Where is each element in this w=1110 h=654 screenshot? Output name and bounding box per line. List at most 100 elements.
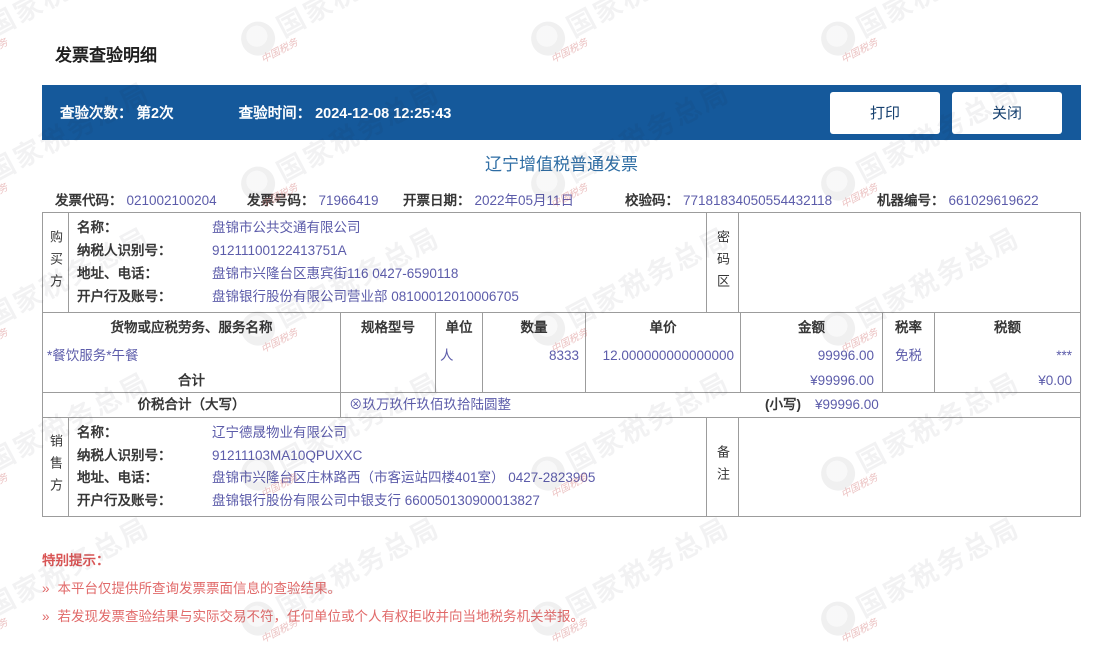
- seller-info: 名称： 辽宁德晟物业有限公司 纳税人识别号： 91211103MA10QPUXX…: [69, 418, 707, 516]
- meta-value: 77181834050554432118: [683, 193, 833, 208]
- field-value: 盘锦银行股份有限公司中银支行 660050130900013827: [212, 493, 540, 509]
- seller-address-row: 地址、电话： 盘锦市兴隆台区庄林路西（市客运站四楼401室） 0427-2823…: [69, 468, 706, 488]
- amount-in-words-value: ⊗玖万玖仟玖佰玖拾陆圆整: [349, 397, 511, 412]
- amount-in-words-cell: ⊗玖万玖仟玖佰玖拾陆圆整 (小写) ¥99996.00: [341, 393, 1080, 417]
- password-area: [739, 213, 1080, 312]
- check-count: 查验次数： 第2次: [42, 102, 174, 123]
- column-header: 税率: [895, 320, 922, 335]
- amount-in-figures-value: ¥99996.00: [815, 397, 879, 412]
- item-unit-price: 12.000000000000000: [602, 348, 734, 363]
- buyer-name-row: 名称： 盘锦市公共交通有限公司: [69, 218, 706, 238]
- meta-value: 71966419: [318, 193, 379, 208]
- bullet-icon: »: [42, 581, 50, 596]
- buyer-address-row: 地址、电话： 盘锦市兴隆台区惠宾街116 0427-6590118: [69, 264, 706, 284]
- item-tax-rate: 免税: [895, 348, 922, 363]
- item-tax-amount: ***: [1056, 348, 1072, 363]
- total-spacer: [586, 369, 740, 392]
- seller-bank-row: 开户行及账号： 盘锦银行股份有限公司中银支行 66005013090001382…: [69, 491, 706, 511]
- column-spec: 规格型号: [341, 313, 436, 392]
- meta-value: 2022年05月11日: [474, 193, 575, 208]
- invoice-meta-row: 发票代码： 021002100204 发票号码： 71966419 开票日期： 202…: [42, 190, 1081, 212]
- column-unit: 单位 人: [436, 313, 483, 392]
- total-spacer: [483, 369, 585, 392]
- notice-item: » 本平台仅提供所查询发票票面信息的查验结果。: [42, 579, 584, 599]
- check-time-label: 查验时间：: [238, 106, 312, 122]
- meta-label: 开票日期：: [403, 193, 471, 208]
- buyer-side-label: 购买方: [48, 229, 63, 296]
- total-tax-amount: ¥0.00: [1038, 373, 1072, 388]
- amount-in-figures: (小写) ¥99996.00: [765, 393, 879, 417]
- column-header: 数量: [520, 320, 548, 335]
- meta-value: 021002100204: [126, 193, 217, 208]
- item-name: *餐饮服务*午餐: [47, 348, 139, 363]
- seller-side-label-cell: 销售方: [43, 418, 69, 516]
- password-area-label-cell: 密码区: [707, 213, 739, 312]
- field-label: 开户行及账号：: [77, 289, 172, 304]
- field-label: 开户行及账号：: [77, 493, 172, 509]
- item-spec: [341, 342, 435, 369]
- field-value: 盘锦市公共交通有限公司: [212, 220, 361, 235]
- column-header: 金额: [798, 320, 825, 335]
- seller-section: 销售方 名称： 辽宁德晟物业有限公司 纳税人识别号： 91211103MA10Q…: [43, 418, 1080, 516]
- column-quantity: 数量 8333: [483, 313, 586, 392]
- invoice-verification-page: 发票查验明细 查验次数： 第2次 查验时间： 2024-12-08 12:25:43…: [0, 0, 1110, 654]
- buyer-taxid-row: 纳税人识别号： 91211100122413751A: [69, 241, 706, 261]
- column-header: 单价: [649, 320, 677, 335]
- total-spacer: [341, 369, 435, 392]
- field-value: 盘锦市兴隆台区庄林路西（市客运站四楼401室） 0427-2823905: [212, 470, 596, 486]
- check-time-value: 2024-12-08 12:25:43: [315, 106, 452, 122]
- meta-invoice-number: 发票号码： 71966419: [247, 190, 379, 212]
- amount-in-words-label: 价税合计（大写）: [43, 393, 341, 417]
- items-table: 货物或应税劳务、服务名称 *餐饮服务*午餐 合计 规格型号 单位 人 数量 83…: [43, 313, 1080, 393]
- field-label: 名称：: [77, 220, 118, 235]
- field-value: 91211100122413751A: [212, 243, 347, 258]
- meta-label: 发票代码：: [55, 193, 123, 208]
- toolbar: 查验次数： 第2次 查验时间： 2024-12-08 12:25:43 打印 关闭: [42, 85, 1081, 140]
- remark-label-cell: 备注: [707, 418, 739, 516]
- item-unit: 人: [440, 348, 454, 363]
- print-button[interactable]: 打印: [830, 91, 940, 134]
- field-value: 盘锦市兴隆台区惠宾街116 0427-6590118: [212, 266, 459, 281]
- password-area-label: 密码区: [715, 229, 730, 296]
- column-tax-amount: 税额 *** ¥0.00: [935, 313, 1080, 392]
- invoice-title: 辽宁增值税普通发票: [485, 155, 638, 174]
- notice-item: » 若发现发票查验结果与实际交易不符，任何单位或个人有权拒收并向当地税务机关举报。: [42, 607, 584, 627]
- total-amount: ¥99996.00: [810, 373, 874, 388]
- seller-side-label: 销售方: [48, 434, 63, 500]
- meta-label: 校验码：: [625, 193, 679, 208]
- column-header: 税额: [994, 320, 1021, 335]
- notice-text: 本平台仅提供所查询发票票面信息的查验结果。: [57, 581, 342, 596]
- field-label: 地址、电话：: [77, 266, 158, 281]
- check-time: 查验时间： 2024-12-08 12:25:43: [239, 102, 452, 123]
- meta-check-code: 校验码： 77181834050554432118: [625, 190, 832, 212]
- meta-label: 机器编号：: [877, 193, 945, 208]
- column-amount: 金额 99996.00 ¥99996.00: [741, 313, 883, 392]
- column-header: 规格型号: [361, 320, 415, 335]
- buyer-bank-row: 开户行及账号： 盘锦银行股份有限公司营业部 08100012010006705: [69, 287, 706, 307]
- notice-text: 若发现发票查验结果与实际交易不符，任何单位或个人有权拒收并向当地税务机关举报。: [57, 609, 585, 624]
- check-count-label: 查验次数：: [60, 106, 133, 122]
- bullet-icon: »: [42, 609, 50, 624]
- meta-invoice-code: 发票代码： 021002100204: [55, 190, 217, 212]
- notice-title: 特别提示：: [42, 553, 110, 568]
- amount-in-figures-label: (小写): [765, 397, 801, 412]
- remark-area: [739, 418, 1080, 516]
- special-notice: 特别提示： » 本平台仅提供所查询发票票面信息的查验结果。 » 若发现发票查验结果与…: [42, 551, 584, 627]
- seller-taxid-row: 纳税人识别号： 91211103MA10QPUXXC: [69, 446, 706, 466]
- page-title: 发票查验明细: [55, 46, 157, 65]
- close-button[interactable]: 关闭: [952, 91, 1062, 134]
- column-unit-price: 单价 12.000000000000000: [586, 313, 741, 392]
- column-tax-rate: 税率 免税: [883, 313, 935, 392]
- amount-in-words-row: 价税合计（大写） ⊗玖万玖仟玖佰玖拾陆圆整 (小写) ¥99996.00: [43, 393, 1080, 418]
- remark-label: 备注: [715, 445, 730, 489]
- total-label: 合计: [178, 373, 205, 388]
- check-count-value: 第2次: [136, 106, 174, 122]
- field-label: 名称：: [77, 424, 118, 440]
- meta-label: 发票号码：: [247, 193, 315, 208]
- field-label: 纳税人识别号：: [77, 243, 172, 258]
- invoice-table: 购买方 名称： 盘锦市公共交通有限公司 纳税人识别号： 912111001224…: [42, 212, 1081, 517]
- item-quantity: 8333: [548, 348, 579, 363]
- column-header: 货物或应税劳务、服务名称: [110, 320, 273, 335]
- column-item-name: 货物或应税劳务、服务名称 *餐饮服务*午餐 合计: [43, 313, 341, 392]
- meta-invoice-date: 开票日期： 2022年05月11日: [403, 190, 574, 212]
